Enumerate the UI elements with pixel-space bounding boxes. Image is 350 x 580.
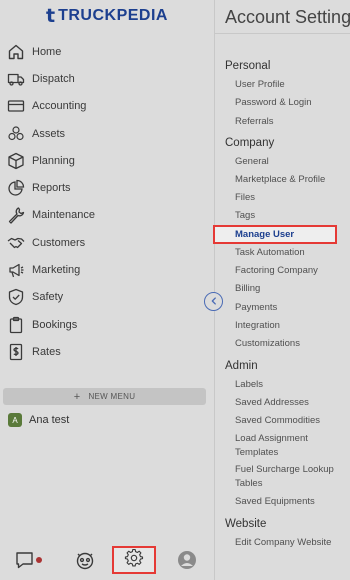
section-website: Website — [225, 518, 267, 530]
section-admin: Admin — [225, 360, 258, 372]
sidebar-item-label: Dispatch — [32, 72, 75, 85]
link-edit-company-website[interactable]: Edit Company Website — [235, 536, 347, 550]
sidebar-item-customers[interactable]: Customers — [0, 229, 214, 256]
link-files[interactable]: Files — [235, 191, 347, 205]
sidebar-item-safety[interactable]: Safety — [0, 284, 214, 311]
sidebar-item-label: Home — [32, 45, 62, 58]
sidebar-item-planning[interactable]: Planning — [0, 147, 214, 174]
link-saved-commodities[interactable]: Saved Commodities — [235, 414, 347, 428]
pie-chart-icon — [7, 179, 25, 197]
sidebar-item-label: Assets — [32, 127, 66, 140]
logo-text: TRUCKPEDIA — [58, 7, 168, 24]
bot-icon[interactable] — [73, 548, 97, 572]
bottom-bar — [0, 540, 214, 580]
workspace-name: Ana test — [29, 414, 70, 426]
sidebar-item-marketing[interactable]: Marketing — [0, 256, 214, 283]
account-settings-panel: Account Settings Personal User Profile P… — [215, 0, 350, 580]
sidebar-item-label: Planning — [32, 154, 75, 167]
sidebar-item-assets[interactable]: Assets — [0, 120, 214, 147]
link-marketplace-profile[interactable]: Marketplace & Profile — [235, 173, 347, 187]
link-user-profile[interactable]: User Profile — [235, 78, 347, 92]
sidebar-item-label: Safety — [32, 291, 64, 304]
sidebar-item-label: Accounting — [32, 100, 87, 113]
settings-button[interactable] — [112, 546, 156, 574]
sidebar-item-label: Maintenance — [32, 209, 95, 222]
sidebar-item-label: Customers — [32, 236, 86, 249]
clipboard-icon — [7, 316, 25, 334]
sidebar-item-bookings[interactable]: Bookings — [0, 311, 214, 338]
sidebar-item-label: Reports — [32, 182, 71, 195]
sidebar-item-rates[interactable]: Rates — [0, 338, 214, 365]
sidebar-item-dispatch[interactable]: Dispatch — [0, 65, 214, 92]
sidebar-item-home[interactable]: Home — [0, 38, 214, 65]
shield-check-icon — [7, 288, 25, 306]
link-factoring-company[interactable]: Factoring Company — [235, 264, 347, 278]
sidebar-item-label: Bookings — [32, 318, 78, 331]
link-manage-user[interactable]: Manage User — [235, 228, 347, 242]
link-customizations[interactable]: Customizations — [235, 337, 347, 351]
wrench-icon — [7, 206, 25, 225]
section-company: Company — [225, 137, 275, 149]
link-saved-addresses[interactable]: Saved Addresses — [235, 396, 347, 410]
user-avatar-icon[interactable] — [175, 548, 199, 572]
workspace-avatar: A — [8, 413, 22, 427]
logo-mark: t — [46, 5, 56, 27]
link-general[interactable]: General — [235, 155, 347, 169]
box-icon — [7, 152, 25, 170]
sidebar-item-reports[interactable]: Reports — [0, 174, 214, 201]
link-saved-equipments[interactable]: Saved Equipments — [235, 495, 347, 509]
link-load-assignment-templates[interactable]: Load Assignment Templates — [235, 432, 347, 459]
dollar-doc-icon — [7, 343, 25, 361]
new-menu-button[interactable]: + NEW MENU — [3, 388, 206, 405]
link-payments[interactable]: Payments — [235, 301, 347, 315]
link-billing[interactable]: Billing — [235, 282, 347, 296]
chat-icon[interactable] — [13, 548, 37, 572]
link-tags[interactable]: Tags — [235, 209, 347, 223]
section-personal: Personal — [225, 60, 271, 72]
link-task-automation[interactable]: Task Automation — [235, 246, 347, 260]
assets-icon — [7, 125, 25, 143]
notification-dot — [36, 557, 42, 563]
card-icon — [7, 97, 25, 115]
plus-icon: + — [73, 390, 81, 403]
truck-icon — [7, 70, 25, 88]
home-icon — [7, 43, 25, 61]
sidebar-item-accounting[interactable]: Accounting — [0, 93, 214, 120]
link-labels[interactable]: Labels — [235, 378, 347, 392]
sidebar: t TRUCKPEDIA Home Dispatch Accounting As… — [0, 0, 214, 580]
sidebar-nav: Home Dispatch Accounting Assets Planning… — [0, 38, 214, 366]
gear-icon — [124, 548, 144, 573]
new-menu-label: NEW MENU — [88, 392, 136, 401]
title-divider — [215, 33, 350, 34]
workspace-item[interactable]: A Ana test — [8, 413, 69, 427]
sidebar-item-maintenance[interactable]: Maintenance — [0, 202, 214, 229]
link-referrals[interactable]: Referrals — [235, 115, 347, 129]
link-integration[interactable]: Integration — [235, 319, 347, 333]
sidebar-item-label: Rates — [32, 345, 61, 358]
link-fuel-surcharge-lookup-tables[interactable]: Fuel Surcharge Lookup Tables — [235, 463, 347, 490]
handshake-icon — [7, 234, 25, 252]
sidebar-item-label: Marketing — [32, 264, 81, 277]
link-password-login[interactable]: Password & Login — [235, 96, 347, 110]
truckpedia-logo[interactable]: t TRUCKPEDIA — [46, 6, 168, 26]
megaphone-icon — [7, 261, 25, 279]
page-title: Account Settings — [225, 7, 350, 27]
